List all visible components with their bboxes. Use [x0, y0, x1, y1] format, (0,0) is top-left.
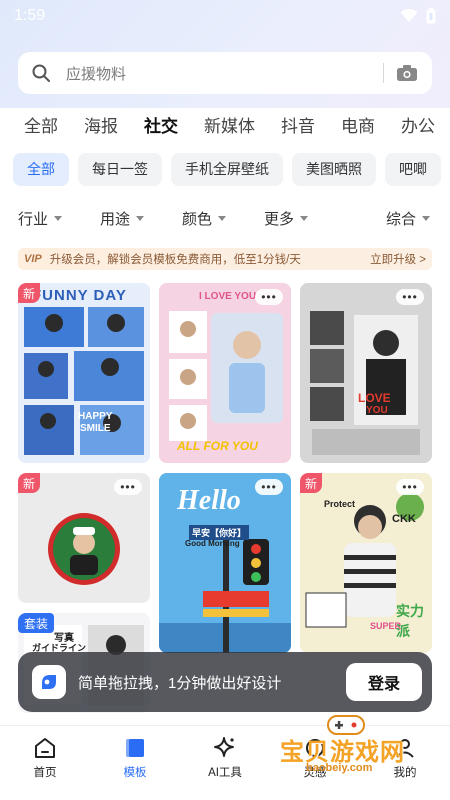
- new-tag: 新: [18, 473, 40, 493]
- filter-usage[interactable]: 用途: [100, 208, 145, 229]
- template-card-hello[interactable]: Hello 早安【你好】 Good Morning •••: [159, 473, 291, 653]
- filter-color-label: 颜色: [182, 210, 213, 228]
- new-tag: 新: [18, 283, 40, 303]
- more-options-button[interactable]: •••: [396, 289, 424, 305]
- card-line: YOU: [366, 405, 388, 416]
- new-tag: 新: [300, 473, 322, 493]
- chip-daily-sign[interactable]: 每日一签: [78, 152, 162, 186]
- app-logo-icon: [32, 665, 66, 699]
- template-card-i-love-you[interactable]: I LOVE YOU ALL FOR YOU •••: [159, 283, 291, 463]
- vip-banner-text: 升级会员，解锁会员模板免费商用，低至1分钱/天: [49, 254, 301, 266]
- tab-ecommerce[interactable]: 电商: [341, 112, 375, 137]
- filter-more[interactable]: 更多: [264, 208, 309, 229]
- card-headline: Hello: [177, 485, 241, 516]
- template-card-badge[interactable]: 新 •••: [18, 473, 150, 603]
- more-options-button[interactable]: •••: [255, 289, 283, 305]
- card-footer: ALL FOR YOU: [177, 439, 258, 453]
- card-line: 实力派: [396, 603, 424, 639]
- card-headline: CKK: [392, 513, 416, 525]
- battery-icon: [426, 8, 436, 24]
- card-line: HAPPY: [78, 411, 113, 422]
- login-button[interactable]: 登录: [346, 663, 422, 701]
- card-headline: I LOVE YOU: [199, 291, 257, 302]
- search-input[interactable]: 应援物料: [66, 63, 126, 84]
- card-line: Protect: [324, 499, 356, 509]
- filter-usage-label: 用途: [100, 210, 131, 228]
- filter-color[interactable]: 颜色: [182, 208, 227, 229]
- tab-social[interactable]: 社交: [144, 112, 178, 137]
- search-icon: [32, 64, 50, 82]
- vip-upgrade-link[interactable]: 立即升级 >: [370, 251, 426, 267]
- vip-badge: VIP: [24, 253, 42, 265]
- template-preview-image: [300, 283, 432, 463]
- tab-douyin[interactable]: 抖音: [281, 112, 315, 137]
- nav-ai-tools[interactable]: AI工具: [180, 726, 270, 800]
- nav-ai-tools-label: AI工具: [208, 767, 242, 779]
- more-options-button[interactable]: •••: [255, 479, 283, 495]
- template-preview-image: [159, 283, 291, 463]
- set-tag: 套装: [18, 613, 54, 633]
- chip-all[interactable]: 全部: [13, 152, 69, 186]
- card-line: LOVE: [358, 391, 391, 405]
- camera-icon[interactable]: [396, 64, 418, 82]
- login-prompt-bar: 简单拖拉拽，1分钟做出好设计 登录: [18, 652, 432, 712]
- category-tabs: 全部 海报 社交 新媒体 抖音 电商 办公: [0, 108, 450, 140]
- tab-all[interactable]: 全部: [24, 112, 58, 137]
- nav-templates-label: 模板: [123, 767, 147, 779]
- chip-phone-wallpaper[interactable]: 手机全屏壁纸: [171, 152, 283, 186]
- home-icon: [35, 738, 55, 758]
- tab-office[interactable]: 办公: [401, 112, 435, 137]
- template-icon: [126, 739, 144, 757]
- vip-banner[interactable]: VIP 升级会员，解锁会员模板免费商用，低至1分钱/天 立即升级 >: [18, 248, 432, 270]
- tab-new-media[interactable]: 新媒体: [204, 112, 255, 137]
- nav-templates[interactable]: 模板: [90, 726, 180, 800]
- search-bar[interactable]: 应援物料: [18, 52, 432, 94]
- filter-industry-label: 行业: [18, 210, 49, 228]
- sparkle-icon: [214, 737, 234, 757]
- login-prompt-text: 简单拖拉拽，1分钟做出好设计: [78, 674, 282, 692]
- card-sub: 早安【你好】: [189, 525, 250, 540]
- status-icons: [400, 8, 436, 24]
- caret-down-icon: [218, 215, 227, 221]
- card-morning: Good Morning: [185, 539, 240, 548]
- card-line: SMILE: [80, 423, 111, 434]
- status-bar: 1:59: [0, 0, 450, 32]
- nav-home-label: 首页: [33, 767, 57, 779]
- more-options-button[interactable]: •••: [396, 479, 424, 495]
- tab-poster[interactable]: 海报: [84, 112, 118, 137]
- sort-dropdown[interactable]: 综合: [386, 208, 430, 229]
- template-preview-image: [18, 283, 150, 463]
- caret-down-icon: [54, 215, 63, 221]
- filter-bar: 行业 用途 颜色 更多 综合: [0, 206, 450, 230]
- sort-label: 综合: [385, 210, 416, 228]
- chip-photo-share[interactable]: 美图晒照: [292, 152, 376, 186]
- caret-down-icon: [136, 215, 145, 221]
- status-time: 1:59: [14, 7, 46, 24]
- filter-industry[interactable]: 行业: [18, 208, 63, 229]
- chip-badge[interactable]: 吧唧: [385, 152, 441, 186]
- template-card-love-you-grey[interactable]: LOVE YOU •••: [300, 283, 432, 463]
- template-card-ckk[interactable]: CKK Protect SUPER 实力派 新 •••: [300, 473, 432, 653]
- more-options-button[interactable]: •••: [114, 479, 142, 495]
- subcategory-chips: 全部 每日一签 手机全屏壁纸 美图晒照 吧唧: [0, 152, 450, 186]
- nav-home[interactable]: 首页: [0, 726, 90, 800]
- search-divider: [383, 63, 384, 83]
- wifi-icon: [400, 9, 418, 22]
- watermark: 宝贝游戏网 baobeiy.com: [278, 715, 418, 778]
- filter-more-label: 更多: [264, 210, 295, 228]
- card-headline: FUNNY DAY: [32, 287, 127, 304]
- caret-down-icon: [422, 215, 430, 221]
- caret-down-icon: [300, 215, 309, 221]
- watermark-url: baobeiy.com: [306, 762, 373, 774]
- template-card-funny-day[interactable]: FUNNY DAY HAPPY SMILE 新: [18, 283, 150, 463]
